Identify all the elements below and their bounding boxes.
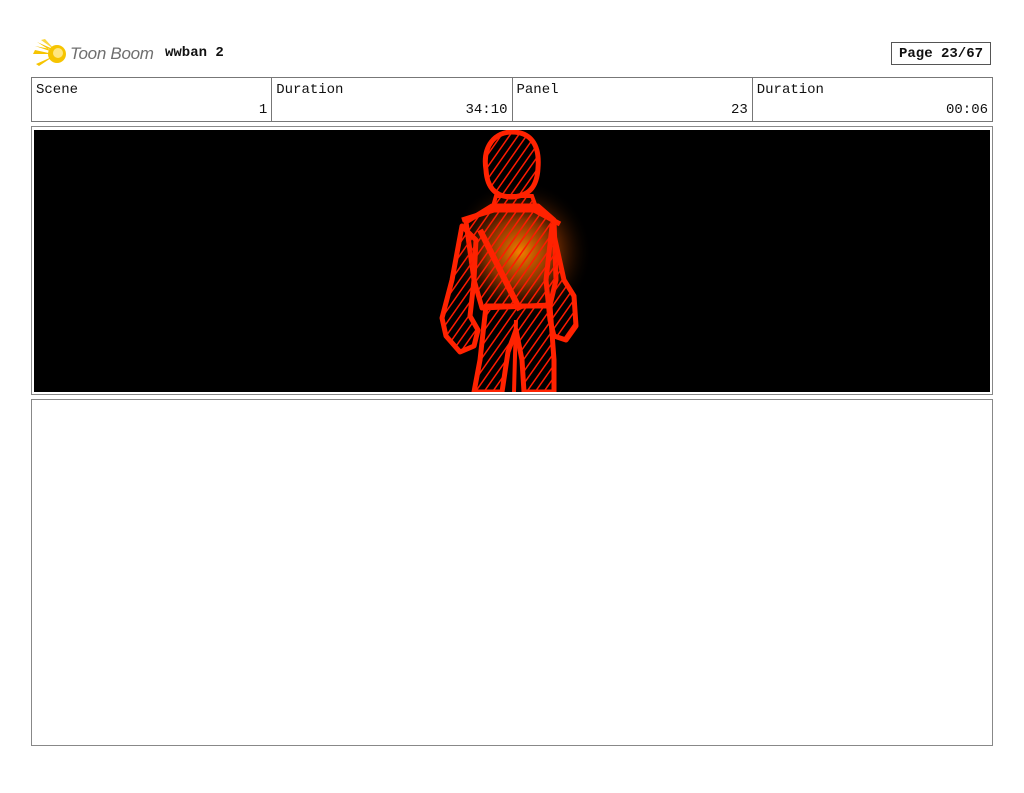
panel-label: Panel [516,82,559,98]
scene-label: Scene [36,82,79,98]
toon-boom-logo: Toon Boom [33,38,158,70]
panel-duration-cell: Duration 00:06 [753,78,992,121]
scene-value: 1 [258,102,268,118]
panel-info-table: Scene 1 Duration 34:10 Panel 23 Duration… [31,77,993,122]
panel-notes-area [31,399,993,746]
storyboard-panel-frame [31,126,993,395]
scene-cell: Scene 1 [32,78,273,121]
panel-cell: Panel 23 [513,78,753,121]
panel-value: 23 [730,102,748,118]
logo-text: Toon Boom [70,44,154,63]
panel-duration-value: 00:06 [945,102,988,118]
comet-logo-icon [33,39,66,66]
red-figure-sketch [34,130,990,392]
scene-duration-cell: Duration 34:10 [272,78,513,121]
storyboard-panel-image [34,130,990,392]
page-indicator: Page 23/67 [891,42,991,65]
project-title: wwban 2 [165,45,224,61]
panel-duration-label: Duration [756,82,824,98]
scene-duration-value: 34:10 [465,102,508,118]
scene-duration-label: Duration [276,82,344,98]
